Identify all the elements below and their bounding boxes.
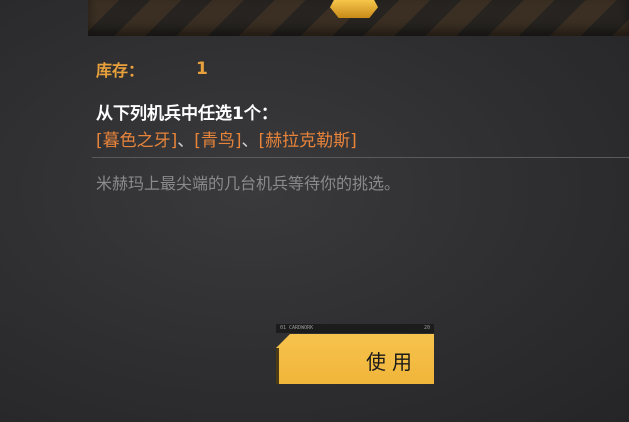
inventory-label: 库存： (96, 61, 145, 80)
use-button-tag-right: 20 (423, 325, 430, 331)
option-separator: 、 (177, 131, 195, 151)
inventory-row: 库存： 1 (96, 57, 208, 81)
gold-chest-icon (330, 0, 378, 18)
selection-options: [暮色之牙]、[青鸟]、[赫拉克勒斯] (96, 126, 357, 151)
use-button-stripe (276, 348, 279, 384)
option-hercules: [赫拉克勒斯] (258, 131, 357, 151)
use-button[interactable]: 使用 (276, 334, 434, 384)
use-button-label: 使用 (366, 350, 418, 374)
divider (92, 157, 629, 158)
option-separator: 、 (241, 131, 259, 151)
use-button-container: 01 CARDWORK 20 使用 (276, 324, 434, 384)
use-button-tag-left: 01 CARDWORK (280, 325, 314, 331)
use-button-tag: 01 CARDWORK 20 (276, 324, 434, 333)
item-description: 米赫玛上最尖端的几台机兵等待你的挑选。 (96, 174, 401, 193)
inventory-value: 1 (196, 59, 208, 79)
selection-title: 从下列机兵中任选1个： (96, 104, 278, 124)
option-twilight-fang: [暮色之牙] (96, 131, 178, 151)
option-bluebird: [青鸟] (194, 131, 242, 151)
